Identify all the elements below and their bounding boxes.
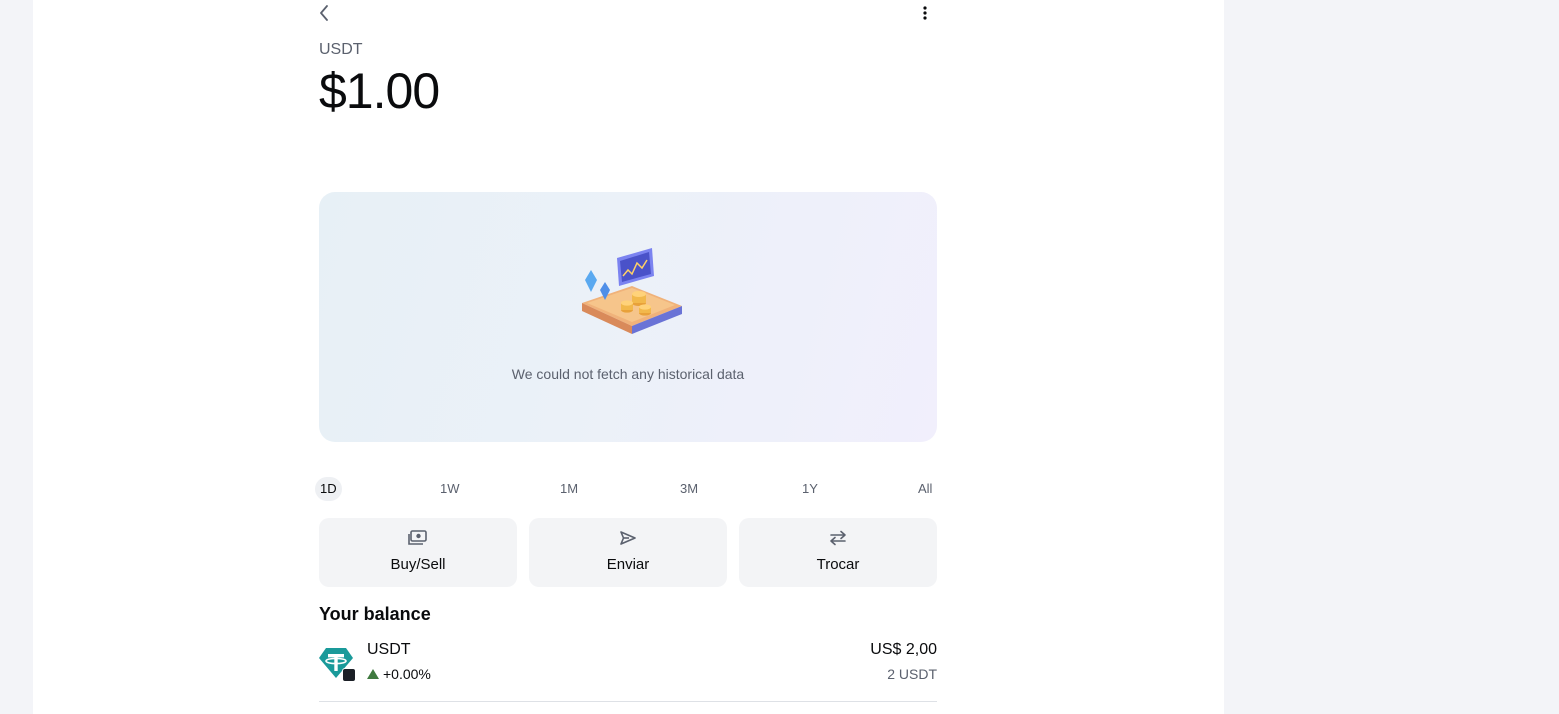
price-chart-card: We could not fetch any historical data	[319, 192, 937, 442]
swap-label: Trocar	[816, 556, 860, 573]
period-tab-1m[interactable]: 1M	[555, 477, 583, 501]
balance-row[interactable]: USDT +0.00% US$ 2,00 2 USDT	[319, 638, 937, 702]
token-change-value: +0.00%	[383, 666, 431, 682]
period-tab-1d[interactable]: 1D	[315, 477, 342, 501]
main-panel: USDT $1.00 We could not fetch any histor…	[33, 0, 1224, 714]
token-change: +0.00%	[367, 666, 431, 682]
triangle-up-icon	[367, 669, 379, 679]
period-selector: 1D 1W 1M 3M 1Y All	[315, 477, 939, 503]
period-tab-3m[interactable]: 3M	[675, 477, 703, 501]
action-buttons: Buy/Sell Enviar Trocar	[319, 518, 937, 587]
asset-detail: USDT $1.00 We could not fetch any histor…	[315, 0, 937, 714]
period-tab-1y[interactable]: 1Y	[797, 477, 823, 501]
more-vertical-icon	[923, 6, 927, 20]
send-button[interactable]: Enviar	[529, 518, 727, 587]
period-tab-all[interactable]: All	[913, 477, 937, 501]
no-data-illustration	[582, 248, 682, 334]
asset-price: $1.00	[319, 63, 440, 119]
buy-sell-button[interactable]: Buy/Sell	[319, 518, 517, 587]
network-badge-icon	[342, 668, 356, 682]
balance-crypto-value: 2 USDT	[887, 666, 937, 682]
send-icon	[529, 530, 727, 548]
swap-button[interactable]: Trocar	[739, 518, 937, 587]
back-button[interactable]	[313, 2, 335, 24]
buy-sell-label: Buy/Sell	[390, 556, 446, 573]
swap-icon	[739, 530, 937, 548]
more-options-button[interactable]	[914, 2, 936, 24]
asset-symbol: USDT	[319, 41, 363, 58]
balance-title: Your balance	[319, 604, 431, 624]
period-tab-1w[interactable]: 1W	[435, 477, 465, 501]
chevron-left-icon	[320, 5, 328, 21]
no-data-message: We could not fetch any historical data	[511, 366, 745, 382]
send-label: Enviar	[606, 556, 650, 573]
cash-icon	[319, 530, 517, 548]
token-name: USDT	[367, 641, 411, 658]
balance-fiat-value: US$ 2,00	[870, 641, 937, 658]
